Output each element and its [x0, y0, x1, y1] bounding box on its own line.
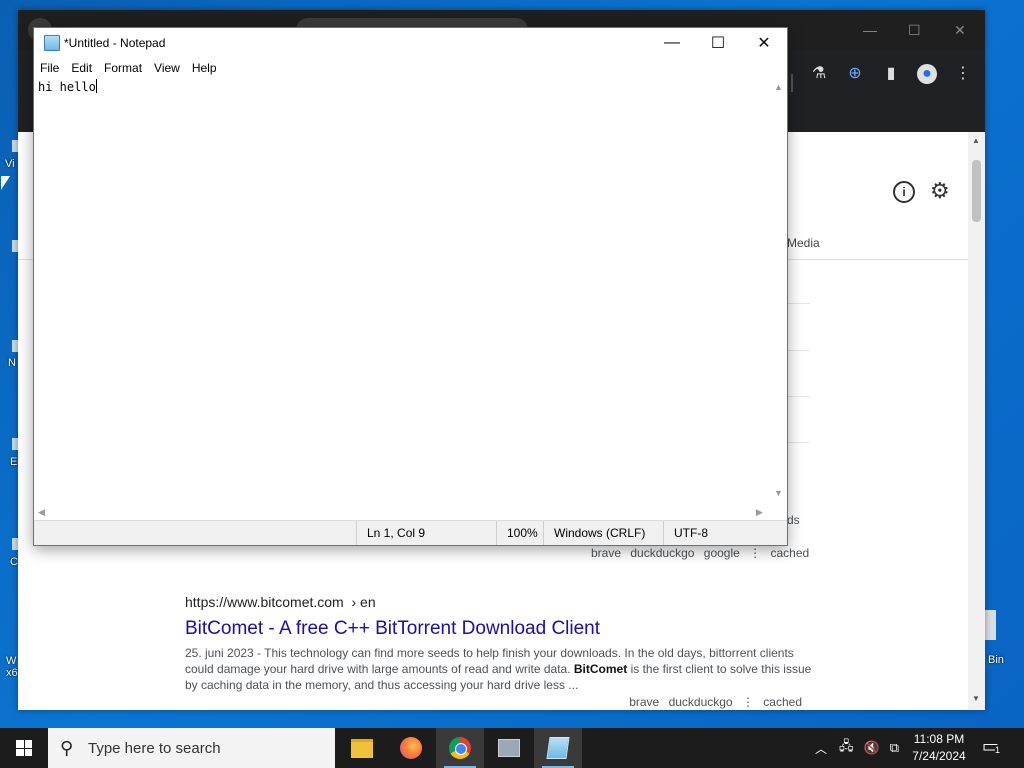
taskbar-file-explorer[interactable]: [338, 728, 386, 768]
scroll-up-icon[interactable]: ▲: [972, 136, 980, 145]
notepad-vertical-scrollbar[interactable]: ▲ ▼: [771, 78, 787, 504]
start-button[interactable]: [0, 728, 48, 768]
panel-divider: [788, 350, 810, 351]
result-description: 25. juni 2023 - This technology can find…: [185, 646, 812, 692]
taskbar-app[interactable]: [485, 728, 533, 768]
volume-muted-icon[interactable]: 🔇: [864, 740, 880, 756]
side-panel-icon[interactable]: ▮: [881, 64, 901, 84]
menu-file[interactable]: File: [34, 58, 65, 78]
taskbar: ⚲ Type here to search ︿ 🖧 🔇 ⧉ 11:08 PM 7…: [0, 728, 1024, 768]
display-icon[interactable]: ⧉: [890, 740, 899, 756]
scroll-right-arrow-icon[interactable]: ▶: [756, 507, 763, 518]
minimize-button[interactable]: —: [649, 28, 695, 58]
result-link-duckduckgo[interactable]: duckduckgo: [669, 695, 733, 709]
notepad-title: *Untitled - Notepad: [64, 36, 166, 50]
browser-maximize-button[interactable]: ☐: [908, 22, 921, 39]
desktop-icon-label: C: [10, 556, 18, 568]
status-zoom: 100%: [496, 521, 543, 545]
notification-center-button[interactable]: ▭ 1: [982, 736, 1004, 758]
taskbar-notepad[interactable]: [534, 728, 582, 768]
browser-menu-icon[interactable]: ⋮: [953, 64, 973, 84]
result-text-peek: ds: [787, 513, 800, 527]
desktop-icon-label: Wx6: [6, 655, 18, 679]
search-result: https://www.bitcomet.com › en BitComet -…: [185, 594, 815, 709]
browser-scroll-thumb[interactable]: [972, 160, 981, 222]
toolbar-divider: [791, 74, 793, 92]
result-link-brave[interactable]: brave: [629, 695, 659, 709]
desktop-icon-label: N: [8, 357, 16, 369]
system-tray: ︿ 🖧 🔇 ⧉: [815, 728, 899, 768]
notepad-text-area[interactable]: hi hello: [38, 79, 771, 504]
clock-time: 11:08 PM: [913, 732, 965, 746]
menu-edit[interactable]: Edit: [65, 58, 98, 78]
clock-date: 7/24/2024: [912, 749, 966, 763]
scroll-up-arrow-icon[interactable]: ▲: [774, 82, 783, 92]
notepad-horizontal-scrollbar[interactable]: ◀ ▶: [34, 504, 771, 520]
panel-divider: [788, 396, 810, 397]
result-title-link[interactable]: BitComet - A free C++ BitTorrent Downloa…: [185, 618, 815, 640]
recycle-bin-label: Bin: [988, 654, 1004, 666]
labs-flask-icon[interactable]: ⚗: [809, 64, 829, 84]
panel-divider: [788, 303, 810, 304]
text-caret: [95, 79, 97, 93]
menu-view[interactable]: View: [148, 58, 186, 78]
mouse-pointer-icon: [1, 176, 10, 190]
maximize-button[interactable]: ☐: [695, 28, 741, 58]
browser-close-button[interactable]: ✕: [954, 22, 966, 39]
notepad-status-bar: Ln 1, Col 9 100% Windows (CRLF) UTF-8: [34, 520, 787, 545]
notepad-text-content: hi hello: [38, 80, 96, 94]
taskbar-clock[interactable]: 11:08 PM 7/24/2024: [905, 731, 973, 765]
notepad-taskbar-icon: [546, 737, 570, 759]
taskbar-chrome[interactable]: [436, 728, 484, 768]
result-links: brave duckduckgo ⋮ cached: [185, 695, 802, 709]
menu-format[interactable]: Format: [98, 58, 148, 78]
result-link-cached[interactable]: cached: [763, 695, 802, 709]
recycle-bin-icon[interactable]: [984, 610, 996, 640]
taskbar-search-box[interactable]: ⚲ Type here to search: [48, 728, 335, 768]
notepad-titlebar[interactable]: *Untitled - Notepad — ☐ ✕: [34, 28, 787, 58]
close-button[interactable]: ✕: [741, 28, 787, 58]
chrome-icon: [449, 737, 471, 759]
result-url[interactable]: https://www.bitcomet.com › en: [185, 594, 815, 610]
app-box-icon: [498, 739, 520, 757]
panel-divider: [788, 442, 810, 443]
prev-link-brave[interactable]: brave: [591, 546, 621, 560]
network-icon[interactable]: 🖧: [839, 737, 854, 759]
status-cursor-position: Ln 1, Col 9: [356, 521, 495, 545]
status-encoding: UTF-8: [663, 521, 754, 545]
notepad-window[interactable]: *Untitled - Notepad — ☐ ✕ File Edit Form…: [33, 27, 788, 546]
search-icon: ⚲: [60, 738, 74, 758]
browser-minimize-button[interactable]: —: [863, 22, 877, 38]
notepad-menubar: File Edit Format View Help: [34, 58, 787, 78]
browser-scrollbar[interactable]: ▲ ▼: [968, 132, 985, 710]
notepad-app-icon: [44, 35, 60, 51]
info-icon[interactable]: i: [893, 181, 915, 203]
prev-link-google[interactable]: google: [704, 546, 740, 560]
result-more-icon[interactable]: ⋮: [742, 695, 754, 709]
prev-more-icon[interactable]: ⋮: [749, 546, 761, 560]
profile-avatar-icon[interactable]: ●: [917, 64, 937, 84]
firefox-icon: [400, 737, 422, 759]
windows-logo-icon: [16, 740, 32, 756]
prev-link-duckduckgo[interactable]: duckduckgo: [630, 546, 694, 560]
desktop-icon-label: Vi: [5, 158, 15, 170]
tab-media[interactable]: Media: [787, 236, 820, 250]
taskbar-firefox[interactable]: [387, 728, 435, 768]
previous-result-links: brave duckduckgo google ⋮ cached: [591, 546, 809, 560]
scroll-down-icon[interactable]: ▼: [972, 694, 980, 703]
settings-gear-icon[interactable]: ⚙: [930, 178, 950, 204]
scroll-down-arrow-icon[interactable]: ▼: [774, 488, 783, 498]
desktop-icon-label: E: [10, 456, 18, 468]
tray-chevron-up-icon[interactable]: ︿: [815, 740, 827, 757]
download-icon[interactable]: ⊕: [845, 64, 865, 84]
prev-link-cached[interactable]: cached: [771, 546, 810, 560]
search-placeholder: Type here to search: [88, 740, 221, 757]
folder-icon: [351, 738, 373, 758]
menu-help[interactable]: Help: [186, 58, 223, 78]
status-line-ending: Windows (CRLF): [543, 521, 654, 545]
scroll-left-arrow-icon[interactable]: ◀: [38, 507, 45, 518]
notification-count: 1: [995, 745, 1001, 755]
